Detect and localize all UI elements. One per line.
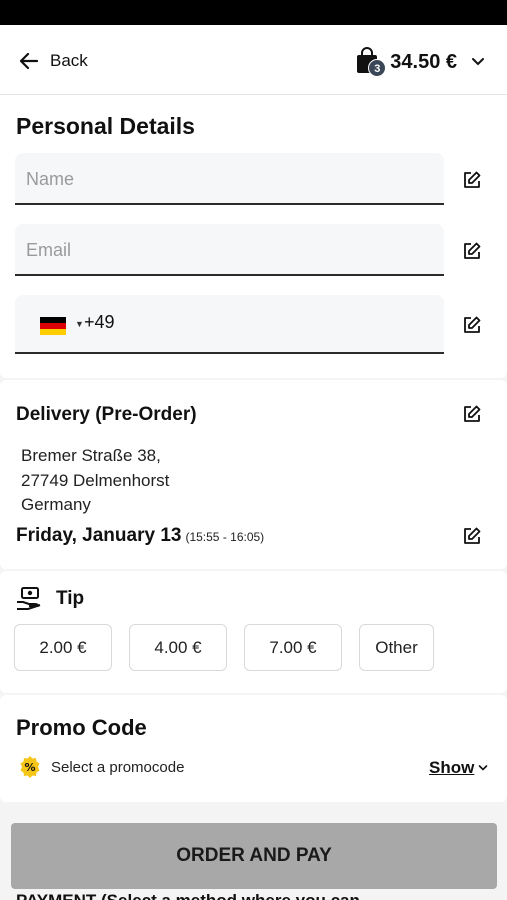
back-label: Back	[50, 51, 88, 70]
caret-down-icon[interactable]: ▼	[75, 319, 84, 329]
tip-option-4[interactable]: 4.00 €	[129, 624, 227, 671]
status-bar	[0, 0, 507, 25]
delivery-time-window: (15:55 - 16:05)	[185, 530, 265, 544]
promo-code-title: Promo Code	[16, 715, 147, 740]
back-button[interactable]: Back	[20, 51, 88, 71]
order-and-pay-button[interactable]: ORDER AND PAY	[11, 823, 497, 889]
address-line-3: Germany	[21, 495, 91, 514]
personal-details-card: Personal Details Name Email ▼ +49	[0, 95, 507, 378]
svg-text:%: %	[24, 761, 35, 774]
edit-icon[interactable]	[462, 315, 482, 335]
tip-option-2[interactable]: 2.00 €	[14, 624, 112, 671]
edit-icon[interactable]	[462, 241, 482, 261]
delivery-card: Delivery (Pre-Order) Bremer Straße 38, 2…	[0, 380, 507, 569]
email-placeholder: Email	[26, 240, 72, 260]
address-line-1: Bremer Straße 38,	[21, 446, 161, 465]
germany-flag-icon[interactable]	[40, 317, 66, 335]
email-field[interactable]: Email	[15, 224, 444, 276]
delivery-date: Friday, January 13 (15:55 - 16:05)	[16, 525, 264, 547]
top-bar: Back 3 34.50 €	[0, 25, 507, 95]
select-promocode-label[interactable]: Select a promocode	[51, 759, 184, 776]
tip-title: Tip	[56, 588, 85, 609]
cart-total: 34.50 €	[390, 50, 457, 73]
money-hand-icon	[17, 587, 41, 610]
delivery-date-text: Friday, January 13	[16, 525, 182, 546]
address-line-2: 27749 Delmenhorst	[21, 471, 170, 490]
tip-card: Tip 2.00 € 4.00 € 7.00 € Other	[0, 571, 507, 693]
discount-badge-icon: %	[20, 756, 40, 778]
cart-summary[interactable]: 3 34.50 €	[354, 47, 485, 77]
phone-field[interactable]: ▼ +49	[15, 295, 444, 354]
chevron-down-icon[interactable]	[471, 55, 485, 69]
tip-option-7[interactable]: 7.00 €	[244, 624, 342, 671]
chevron-down-icon	[479, 765, 488, 771]
payment-section-peek: PAYMENT (Select a method where you can..…	[16, 891, 496, 900]
cart-count-badge: 3	[368, 59, 387, 77]
edit-icon[interactable]	[462, 404, 482, 424]
delivery-title: Delivery (Pre-Order)	[16, 404, 197, 425]
promo-card: Promo Code % Select a promocode Show	[0, 695, 507, 802]
phone-country-code: +49	[84, 312, 115, 332]
arrow-left-icon	[20, 53, 38, 69]
edit-icon[interactable]	[462, 170, 482, 190]
name-field[interactable]: Name	[15, 153, 444, 205]
show-label: Show	[429, 758, 475, 777]
tip-header: Tip	[16, 587, 84, 611]
personal-details-title: Personal Details	[16, 113, 195, 139]
edit-icon[interactable]	[462, 526, 482, 546]
tip-option-other[interactable]: Other	[359, 624, 434, 671]
name-placeholder: Name	[26, 169, 75, 189]
shopping-bag-icon: 3	[354, 47, 387, 77]
show-promocodes-link[interactable]: Show	[429, 758, 488, 778]
